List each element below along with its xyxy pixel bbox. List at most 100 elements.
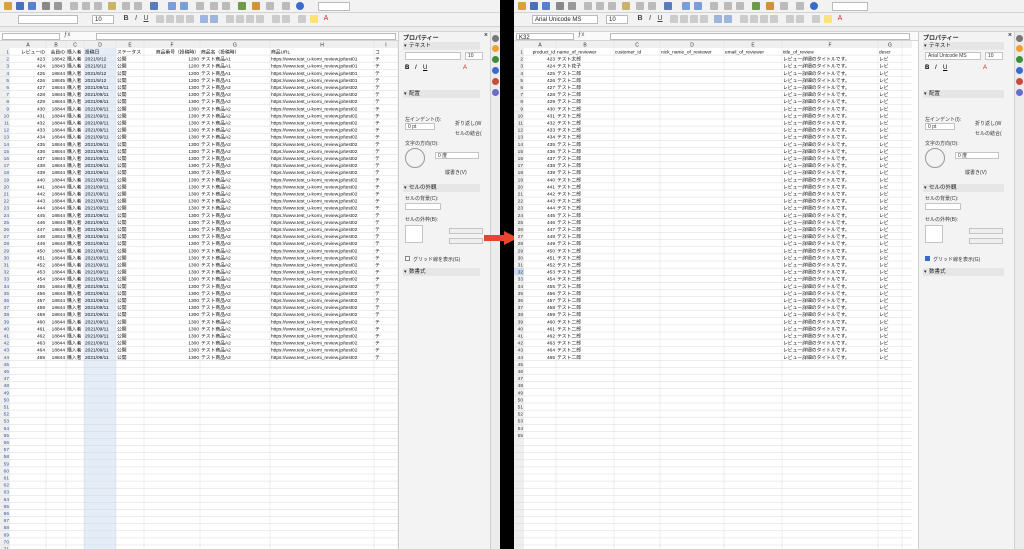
cell-E25[interactable]: 公開 (117, 220, 127, 226)
cell-B33[interactable]: 18844 (52, 277, 66, 283)
row-number[interactable]: 38 (4, 312, 10, 318)
cell-A11[interactable]: 432 (37, 121, 45, 127)
cell-A44[interactable]: 465 (547, 355, 555, 361)
cell-B30[interactable]: テスト二郎 (557, 254, 581, 261)
cell-I19[interactable]: テ (375, 177, 380, 183)
cell-E42[interactable]: 公開 (117, 341, 127, 347)
background-color-icon[interactable] (310, 15, 318, 23)
cell-F44[interactable]: 1300 (188, 355, 199, 361)
cell-D12[interactable]: 2021/09/11 (85, 128, 109, 134)
rotation-dial[interactable] (925, 148, 945, 168)
border-style-picker[interactable] (405, 225, 423, 243)
help-icon[interactable] (296, 2, 304, 10)
cell-A6[interactable]: 427 (37, 85, 45, 91)
cell-G44[interactable]: レビ (879, 354, 889, 361)
cell-B27[interactable]: テスト二郎 (557, 233, 581, 240)
row-number[interactable]: 41 (518, 334, 524, 340)
cell-A26[interactable]: 447 (37, 227, 45, 233)
row-number[interactable]: 52 (518, 412, 524, 418)
row-number[interactable]: 47 (4, 376, 10, 382)
cell-H40[interactable]: https://www.test_u-komi_review.jp/test02 (271, 326, 358, 332)
row-number[interactable]: 20 (4, 184, 10, 190)
cell-F2[interactable]: レビュー詳細のタイトルです。 (783, 56, 850, 63)
cell-B18[interactable]: テスト二郎 (557, 169, 581, 176)
cell-C3[interactable]: 購入者 (67, 63, 82, 70)
cell-F29[interactable]: レビュー詳細のタイトルです。 (783, 247, 850, 254)
cell-D37[interactable]: 2021/09/11 (85, 305, 109, 311)
sidebar-underline-icon[interactable]: U (423, 65, 427, 71)
row-number[interactable]: 62 (4, 483, 10, 489)
cell-G26[interactable]: テスト商品A2 (201, 226, 231, 233)
cell-B26[interactable]: テスト二郎 (557, 226, 581, 233)
cell-C35[interactable]: 購入者 (67, 290, 82, 297)
cell-B8[interactable]: 18844 (52, 99, 66, 105)
cell-B19[interactable]: 18844 (52, 177, 66, 183)
row-number[interactable]: 25 (4, 220, 10, 226)
cell-B27[interactable]: 18844 (52, 234, 66, 240)
cell-B33[interactable]: テスト二郎 (557, 276, 581, 283)
cell-F11[interactable]: レビュー詳細のタイトルです。 (783, 120, 850, 127)
cell-B6[interactable]: 18844 (52, 85, 66, 91)
print-icon[interactable] (568, 2, 576, 10)
sidebar-font-color-icon[interactable]: A (463, 65, 467, 71)
cell-F38[interactable]: レビュー詳細のタイトルです。 (783, 311, 850, 318)
cell-A18[interactable]: 439 (37, 170, 45, 176)
row-number[interactable]: 21 (4, 192, 10, 198)
cell-C38[interactable]: 購入者 (67, 311, 82, 318)
cell-F28[interactable]: レビュー詳細のタイトルです。 (783, 240, 850, 247)
name-box[interactable]: K32 (516, 33, 574, 40)
cell-D36[interactable]: 2021/09/11 (85, 298, 109, 304)
gallery-deck-icon[interactable] (492, 67, 499, 74)
cell-A1[interactable]: レビューID (21, 49, 46, 56)
row-number[interactable]: 34 (4, 284, 10, 290)
row-number[interactable]: 27 (518, 234, 524, 240)
cell-B29[interactable]: 18844 (52, 248, 66, 254)
cell-A13[interactable]: 434 (547, 135, 555, 141)
name-box[interactable] (2, 33, 60, 40)
cell-G37[interactable]: テスト商品A2 (201, 304, 231, 311)
cell-G36[interactable]: レビ (879, 297, 889, 304)
cell-F34[interactable]: 1300 (188, 284, 199, 290)
cell-A4[interactable]: 425 (37, 71, 45, 77)
insert-chart-icon[interactable] (252, 2, 260, 10)
navigator-deck-icon[interactable] (1016, 78, 1023, 85)
bold-icon[interactable]: B (636, 15, 644, 23)
cell-A3[interactable]: 424 (37, 64, 45, 70)
cell-A16[interactable]: 437 (37, 156, 45, 162)
cell-A25[interactable]: 446 (547, 220, 555, 226)
cell-A36[interactable]: 457 (547, 298, 555, 304)
cell-H41[interactable]: https://www.test_u-komi_review.jp/test02 (271, 334, 358, 340)
row-number[interactable]: 42 (518, 341, 524, 347)
cell-G38[interactable]: テスト商品A2 (201, 311, 231, 318)
cell-E39[interactable]: 公開 (117, 319, 127, 325)
row-number[interactable]: 46 (518, 369, 524, 375)
row-number[interactable]: 30 (4, 255, 10, 261)
cell-F31[interactable]: 1300 (188, 263, 199, 269)
cell-I30[interactable]: テ (375, 255, 380, 261)
redo-icon[interactable] (134, 2, 142, 10)
cell-G26[interactable]: レビ (879, 226, 889, 233)
cell-H39[interactable]: https://www.test_u-komi_review.jp/test02 (271, 319, 358, 325)
new-document-icon[interactable] (518, 2, 526, 10)
cell-B14[interactable]: 18844 (52, 142, 66, 148)
row-number[interactable]: 10 (4, 113, 10, 119)
cell-F13[interactable]: 1300 (188, 135, 199, 141)
cell-D41[interactable]: 2021/09/11 (85, 334, 109, 340)
row-number[interactable]: 6 (520, 85, 523, 91)
cell-E20[interactable]: 公開 (117, 184, 127, 190)
cell-E33[interactable]: 公開 (117, 277, 127, 283)
column-header-G[interactable]: G (888, 43, 892, 49)
sort-icon[interactable] (196, 2, 204, 10)
cell-B17[interactable]: テスト二郎 (557, 162, 581, 169)
cell-B14[interactable]: テスト二郎 (557, 141, 581, 148)
cell-B37[interactable]: 18844 (52, 305, 66, 311)
cell-B20[interactable]: テスト二郎 (557, 183, 581, 190)
cell-E14[interactable]: 公開 (117, 142, 127, 148)
function-wizard-icon[interactable]: ƒx (64, 32, 70, 38)
date-icon[interactable] (770, 15, 778, 23)
justify-icon[interactable] (700, 15, 708, 23)
row-number[interactable]: 70 (4, 539, 10, 545)
justify-icon[interactable] (186, 15, 194, 23)
cell-H25[interactable]: https://www.test_u-komi_review.jp/test02 (271, 220, 358, 226)
cell-C20[interactable]: 購入者 (67, 183, 82, 190)
